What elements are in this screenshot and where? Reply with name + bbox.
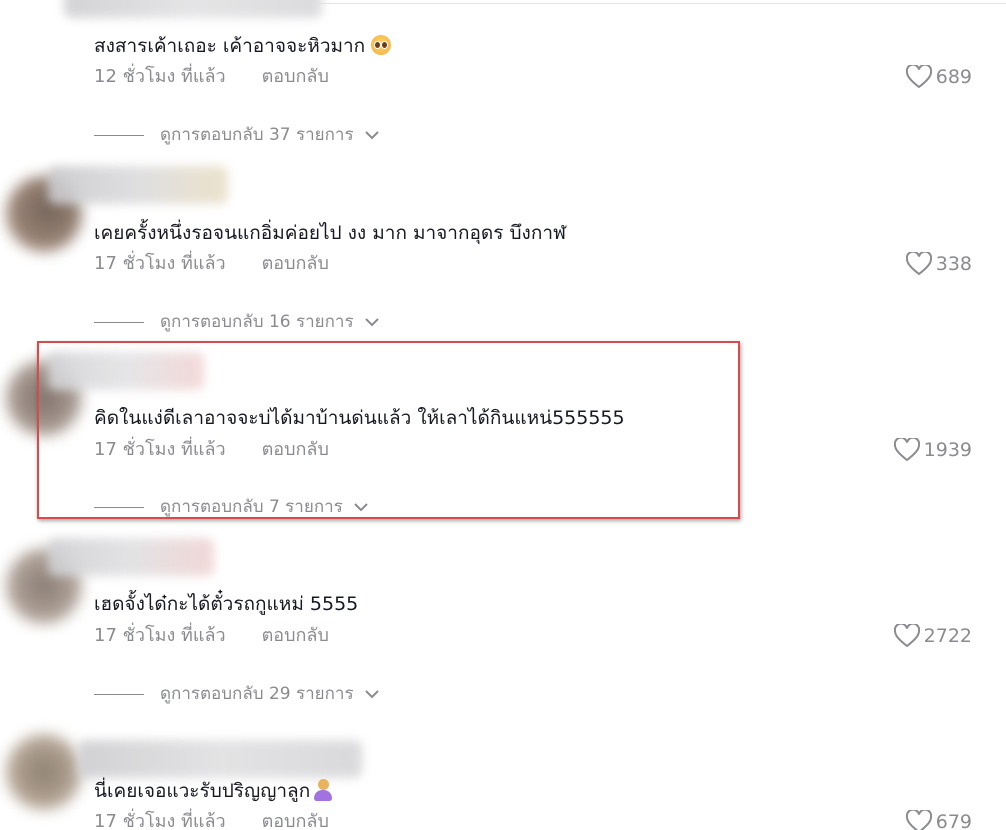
comment-list: สงสารเค้าเถอะ เค้าอาจจะหิวมาก 12 ชั่วโมง…: [0, 0, 1006, 830]
reply-button[interactable]: ตอบกลับ: [262, 253, 329, 274]
person-icon: [314, 779, 333, 801]
heart-icon: [893, 438, 920, 462]
timestamp: 17 ชั่วโมง ที่แล้ว: [94, 625, 226, 646]
comment-text: สงสารเค้าเถอะ เค้าอาจจะหิวมาก: [94, 33, 392, 59]
chevron-down-icon: [364, 690, 379, 699]
comment-text: เคยครั้งหนึ่งรอจนแกอิ่มค่อยไป งง มาก มาจ…: [94, 222, 566, 244]
timestamp: 17 ชั่วโมง ที่แล้ว: [94, 439, 226, 460]
view-replies-label: ดูการตอบกลับ 7 รายการ: [160, 497, 343, 517]
comment-text: คิดในแง่ดีเลาอาจจะบ่ได้มาบ้านด่นแล้ว ให้…: [94, 407, 625, 429]
reply-button[interactable]: ตอบกลับ: [262, 439, 329, 460]
avatar[interactable]: [6, 734, 82, 810]
heart-icon: [893, 624, 920, 648]
comment-text: นี่เคยเจอแวะรับปริญญาลูก: [94, 778, 333, 804]
like-button[interactable]: 689: [905, 65, 972, 89]
view-replies-label: ดูการตอบกลับ 37 รายการ: [160, 125, 354, 145]
like-count: 679: [935, 811, 972, 830]
username-blurred: [78, 740, 362, 778]
divider: [94, 321, 144, 323]
timestamp: 17 ชั่วโมง ที่แล้ว: [94, 253, 226, 274]
comment-meta: 17 ชั่วโมง ที่แล้ว ตอบกลับ: [94, 253, 329, 275]
reply-button[interactable]: ตอบกลับ: [262, 66, 329, 87]
view-replies-button[interactable]: ดูการตอบกลับ 16 รายการ: [94, 312, 380, 332]
like-count: 2722: [923, 625, 972, 647]
reply-button[interactable]: ตอบกลับ: [262, 625, 329, 646]
comment-meta: 17 ชั่วโมง ที่แล้ว ตอบกลับ: [94, 811, 329, 830]
like-count: 689: [935, 66, 972, 88]
username-blurred: [64, 0, 322, 18]
chevron-down-icon: [364, 131, 379, 140]
heart-icon: [905, 65, 932, 89]
view-replies-button[interactable]: ดูการตอบกลับ 7 รายการ: [94, 497, 369, 517]
timestamp: 12 ชั่วโมง ที่แล้ว: [94, 66, 226, 87]
timestamp: 17 ชั่วโมง ที่แล้ว: [94, 811, 226, 830]
divider: [94, 506, 144, 508]
like-button[interactable]: 1939: [893, 438, 972, 462]
like-count: 1939: [923, 439, 972, 461]
like-button[interactable]: 2722: [893, 624, 972, 648]
view-replies-label: ดูการตอบกลับ 16 รายการ: [160, 312, 354, 332]
comment-meta: 17 ชั่วโมง ที่แล้ว ตอบกลับ: [94, 439, 329, 461]
divider: [94, 134, 144, 136]
username-blurred: [48, 538, 214, 576]
view-replies-label: ดูการตอบกลับ 29 รายการ: [160, 684, 354, 704]
divider: [318, 3, 1006, 4]
like-count: 338: [935, 253, 972, 275]
comment-meta: 17 ชั่วโมง ที่แล้ว ตอบกลับ: [94, 625, 329, 647]
reply-button[interactable]: ตอบกลับ: [262, 811, 329, 830]
comment-text: เฮดจั้งได๋กะได้ตั๋วรถกูแหม่ 5555: [94, 593, 359, 615]
divider: [94, 693, 144, 695]
chevron-down-icon: [354, 503, 368, 512]
comment-meta: 12 ชั่วโมง ที่แล้ว ตอบกลับ: [94, 66, 329, 88]
view-replies-button[interactable]: ดูการตอบกลับ 37 รายการ: [94, 125, 380, 145]
like-button[interactable]: 338: [905, 252, 972, 276]
heart-icon: [905, 252, 932, 276]
heart-icon: [905, 810, 932, 830]
chevron-down-icon: [364, 318, 379, 327]
view-replies-button[interactable]: ดูการตอบกลับ 29 รายการ: [94, 684, 380, 704]
username-blurred: [48, 352, 204, 390]
pleading-face-icon: [371, 35, 392, 55]
like-button[interactable]: 679: [905, 810, 972, 830]
username-blurred: [48, 166, 228, 204]
